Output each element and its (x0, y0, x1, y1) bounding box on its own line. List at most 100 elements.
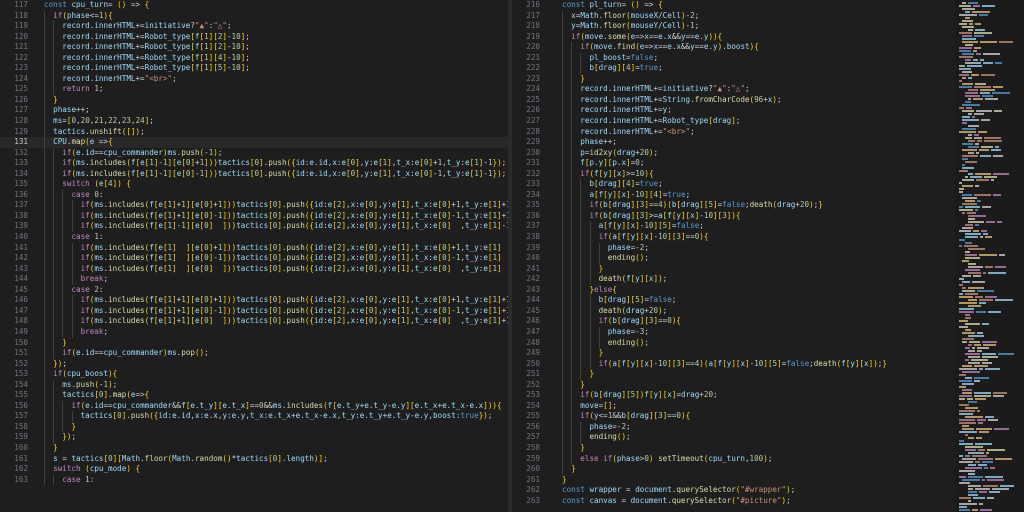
code-line[interactable]: 123 record.innerHTML+=Robot_type[f[1][5]… (0, 63, 508, 74)
code-line[interactable]: 262 const wrapper = document.querySelecto… (512, 485, 955, 496)
code-text[interactable]: death(drag+20); (562, 306, 668, 317)
code-line[interactable]: 241 } (512, 263, 955, 275)
code-line[interactable]: 261} (512, 475, 955, 486)
code-text[interactable]: record.innerHTML+="<br>"; (44, 74, 176, 85)
code-line[interactable]: 231 f[p.y][p.x]=0; (512, 158, 955, 169)
code-line[interactable]: 218 y=Math.floor(mouseY/Cell)-1; (512, 21, 955, 32)
code-line[interactable]: 217 x=Math.floor(mouseX/Cell)-2; (512, 10, 955, 22)
code-text[interactable]: case 2: (44, 285, 103, 296)
code-line[interactable]: 140 case 1: (0, 232, 508, 243)
code-text[interactable]: }); (44, 359, 67, 370)
code-text[interactable]: x=Math.floor(mouseX/Cell)-2; (562, 11, 699, 22)
code-line[interactable]: 119 record.innerHTML+=initiative?"▲":"△"… (0, 21, 508, 32)
code-line[interactable]: 239 phase=-2; (512, 242, 955, 254)
code-text[interactable]: death(f[y][x]); (562, 274, 668, 285)
code-line[interactable]: 235 if(b[drag][3]==4)(b[drag][5]=false;d… (512, 200, 955, 211)
code-text[interactable]: record.innerHTML+=String.fromCharCode(96… (562, 95, 781, 106)
code-line[interactable]: 245 death(drag+20); (512, 305, 955, 317)
code-line[interactable]: 158 } (0, 421, 508, 433)
code-text[interactable]: return 1; (44, 84, 103, 95)
code-text[interactable]: move=[]; (562, 401, 617, 412)
code-text[interactable]: } (562, 380, 585, 391)
code-text[interactable]: if(y<=1&&b[drag][3]==0){ (562, 411, 690, 422)
code-text[interactable]: if(b[drag][3]==0){ (562, 316, 681, 327)
code-line[interactable]: 143 if(ms.includes(f[e[1] ][e[0] ]))tact… (0, 263, 508, 275)
code-text[interactable]: record.innerHTML+=Robot_type[f[1][4]-10]… (44, 53, 250, 64)
code-text[interactable]: case 1: (44, 475, 94, 486)
code-line[interactable]: 129 tactics.unshift([]); (0, 126, 508, 138)
code-text[interactable]: if(b[drag][3]>=a[f[y][x]-10][3]){ (562, 211, 740, 222)
code-text[interactable]: if(e.id==cpu_commander)ms.pop(); (44, 348, 208, 359)
code-text[interactable]: record.innerHTML+="<br>"; (562, 127, 694, 138)
code-line[interactable]: 149 break; (0, 326, 508, 338)
code-line[interactable]: 118 if(phase<=1){ (0, 10, 508, 22)
code-text[interactable]: f[p.y][p.x]=0; (562, 158, 644, 169)
code-text[interactable]: a[f[y][x]-10][4]=true; (562, 190, 690, 201)
code-line[interactable]: 219 if(move.some(e=>x==e.x&&y==e.y)){ (512, 31, 955, 43)
code-line[interactable]: 127 phase++; (0, 105, 508, 117)
code-line[interactable]: 121 record.innerHTML+=Robot_type[f[1][2]… (0, 42, 508, 53)
code-text[interactable]: if(move.find(e=>x==e.x&&y==e.y).boost){ (562, 42, 758, 53)
code-editor-left[interactable]: 117 const cpu_turn= () => {118 if(phase<=… (0, 0, 508, 512)
code-text[interactable]: p=id2xy(drag+20); (562, 148, 658, 159)
code-line[interactable]: 263 const canvas = document.querySelector… (512, 496, 955, 507)
code-text[interactable]: break; (44, 274, 108, 285)
code-line[interactable]: 154 ms.push(-1); (0, 379, 508, 391)
code-line[interactable]: 163 case 1: (0, 474, 508, 486)
code-line[interactable]: 250 if(a[f[y][x]-10][3]==4)(a[f[y][x]-10… (512, 358, 955, 370)
code-text[interactable]: y=Math.floor(mouseY/Cell)-1; (562, 21, 699, 32)
code-text[interactable]: if(e.id==cpu_commander)ms.push(-1); (44, 148, 222, 159)
code-text[interactable]: record.innerHTML+=Robot_type[f[1][2]-10]… (44, 32, 250, 43)
code-text[interactable]: ms.push(-1); (44, 380, 117, 391)
code-line[interactable]: 124 record.innerHTML+="<br>"; (0, 73, 508, 85)
code-text[interactable]: } (562, 443, 585, 454)
code-line[interactable]: 125 return 1; (0, 84, 508, 95)
code-text[interactable]: if(ms.includes(f[e[1] ][e[0] ]))tactics[… (44, 264, 508, 275)
code-line[interactable]: 230 p=id2xy(drag+20); (512, 147, 955, 159)
code-text[interactable]: } (562, 264, 604, 275)
code-text[interactable]: } (562, 464, 576, 475)
code-line[interactable]: 238 if(a[f[y][x]-10][3]==0){ (512, 232, 955, 243)
code-line[interactable]: 216 const pl_turn= () => { (512, 0, 955, 11)
code-line[interactable]: 132 if(e.id==cpu_commander)ms.push(-1); (0, 147, 508, 159)
code-text[interactable]: ending(); (562, 432, 630, 443)
code-line[interactable]: 128 ms=[0,20,21,22,23,24]; (0, 116, 508, 127)
code-line[interactable]: 260 } (512, 464, 955, 475)
code-text[interactable]: } (562, 74, 585, 85)
code-text[interactable]: tactics[0].push({id:e.id,x:e.x,y:e.y,t_x… (44, 411, 493, 422)
code-text[interactable]: record.innerHTML+=Robot_type[drag]; (562, 116, 740, 127)
code-text[interactable]: phase=-2; (562, 422, 630, 433)
code-line[interactable]: 138 if(ms.includes(f[e[1]+1][e[0]-1]))ta… (0, 210, 508, 222)
code-line[interactable]: 160 } (0, 442, 508, 454)
code-line[interactable]: 229 phase++; (512, 137, 955, 148)
code-text[interactable]: const cpu_turn= () => { (44, 0, 149, 11)
code-text[interactable]: if(ms.includes(f[e[1]+1][e[0]+1]))tactic… (44, 295, 508, 306)
code-line[interactable]: 134 if(ms.includes(f[e[1]-1][e[0]-1]))ta… (0, 168, 508, 180)
code-text[interactable]: if(phase<=1){ (44, 11, 112, 22)
code-text[interactable]: } (562, 369, 594, 380)
code-line[interactable]: 246 if(b[drag][3]==0){ (512, 316, 955, 327)
code-text[interactable]: if(ms.includes(f[e[1]+1][e[0]-1]))tactic… (44, 306, 508, 317)
code-text[interactable]: b[drag][4]=true; (562, 179, 662, 190)
code-text[interactable]: if(f[y][x]>=10){ (562, 169, 653, 180)
code-text[interactable]: s = tactics[0][Math.floor(Math.random()*… (44, 454, 328, 465)
code-line[interactable]: 244 b[drag][5]=false; (512, 295, 955, 306)
code-text[interactable]: case 0: (44, 190, 103, 201)
code-line[interactable]: 220 if(move.find(e=>x==e.x&&y==e.y).boos… (512, 42, 955, 53)
code-line[interactable]: 122 record.innerHTML+=Robot_type[f[1][4]… (0, 52, 508, 64)
code-line[interactable]: 144 break; (0, 274, 508, 285)
code-text[interactable]: ending(); (562, 253, 649, 264)
code-line[interactable]: 152 }); (0, 358, 508, 370)
code-text[interactable]: tactics[0].map(e=>{ (44, 390, 149, 401)
code-text[interactable]: record.innerHTML+=Robot_type[f[1][5]-10]… (44, 63, 250, 74)
code-line[interactable]: 247 phase=-3; (512, 326, 955, 338)
code-text[interactable]: if(e.id==cpu_commander&&f[e.t_y][e.t_x]=… (44, 401, 501, 412)
code-text[interactable]: } (44, 95, 58, 106)
code-line[interactable]: 145 case 2: (0, 284, 508, 296)
code-line[interactable]: 153 if(cpu_boost){ (0, 369, 508, 380)
code-line[interactable]: 117 const cpu_turn= () => { (0, 0, 508, 11)
code-line[interactable]: 251 } (512, 369, 955, 380)
code-text[interactable]: if(a[f[y][x]-10][3]==0){ (562, 232, 709, 243)
code-text[interactable]: phase=-2; (562, 243, 649, 254)
code-text[interactable]: if(a[f[y][x]-10][3]==4)(a[f[y][x]-10][5]… (562, 359, 887, 370)
